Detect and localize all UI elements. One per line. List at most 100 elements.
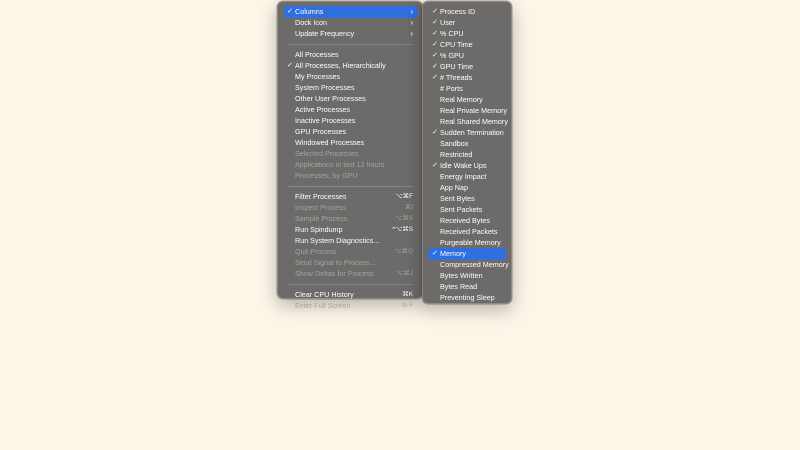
menu-item-active-processes[interactable]: Active Processes — [283, 104, 417, 115]
menu-item-dock-icon[interactable]: Dock Icon › — [283, 17, 417, 28]
menu-item-label: Sent Bytes — [440, 194, 475, 203]
checkmark-icon: ✓ — [287, 62, 293, 69]
menu-item-received-bytes[interactable]: Received Bytes — [428, 215, 506, 226]
menu-item-label: Received Packets — [440, 227, 498, 236]
menu-item-label: Selected Processes — [295, 149, 359, 158]
menu-item-label: My Processes — [295, 72, 341, 81]
menu-item-run-spindump[interactable]: Run Spindump ^⌥⌘S — [283, 224, 417, 235]
menu-item-label: Quit Process — [295, 247, 337, 256]
menu-item-label: System Processes — [295, 83, 355, 92]
menu-item-ports[interactable]: # Ports — [428, 83, 506, 94]
menu-item-label: Update Frequency — [295, 29, 355, 38]
menu-item-processes-by-gpu: Processes, by GPU — [283, 170, 417, 181]
menu-item-inactive-processes[interactable]: Inactive Processes — [283, 115, 417, 126]
menu-item-sent-packets[interactable]: Sent Packets — [428, 204, 506, 215]
checkmark-icon: ✓ — [432, 74, 438, 81]
menu-item-filter-processes[interactable]: Filter Processes ⌥⌘F — [283, 191, 417, 202]
menu-item-enter-full-screen: Enter Full Screen fn F — [283, 300, 417, 311]
menu-item-all-processes-hierarchically[interactable]: ✓ All Processes, Hierarchically — [283, 60, 417, 71]
menu-item-bytes-read[interactable]: Bytes Read — [428, 281, 506, 292]
checkmark-icon: ✓ — [432, 8, 438, 15]
menu-item-label: Inactive Processes — [295, 116, 356, 125]
menu-item-label: Real Memory — [440, 95, 483, 104]
menu-item-label: Show Deltas for Process — [295, 269, 374, 278]
menu-item-memory[interactable]: ✓ Memory — [428, 248, 506, 259]
menu-item-label: Purgeable Memory — [440, 238, 501, 247]
menu-item-energy-impact[interactable]: Energy Impact — [428, 171, 506, 182]
view-menu: ✓ Columns › Dock Icon › Update Frequency › All … — [277, 1, 423, 310]
menu-item-app-nap[interactable]: App Nap — [428, 182, 506, 193]
menu-item-label: Idle Wake Ups — [440, 161, 487, 170]
menu-item-label: # Threads — [440, 73, 473, 82]
menu-item-gpu[interactable]: ✓% GPU — [428, 50, 506, 61]
menu-item-system-processes[interactable]: System Processes — [283, 82, 417, 93]
keyboard-shortcut: ⌘K — [402, 291, 414, 298]
menu-item-my-processes[interactable]: My Processes — [283, 71, 417, 82]
menu-item-label: Preventing Sleep — [440, 293, 495, 302]
keyboard-shortcut: ⌥⌘Q — [394, 248, 413, 255]
menu-item-other-user-processes[interactable]: Other User Processes — [283, 93, 417, 104]
menu-item-user[interactable]: ✓ User — [428, 17, 506, 28]
keyboard-shortcut: fn F — [402, 302, 413, 309]
menu-item-bytes-written[interactable]: Bytes Written — [428, 270, 506, 281]
menu-item-inspect-process: Inspect Process ⌘I — [283, 202, 417, 213]
menu-item-label: Enter Full Screen — [295, 301, 351, 310]
menu-item-label: Process ID — [440, 7, 476, 16]
menu-item-label: Sample Process — [295, 214, 348, 223]
menu-item-process-id[interactable]: ✓ Process ID — [428, 6, 506, 17]
menu-item-quit-process: Quit Process ⌥⌘Q — [283, 246, 417, 257]
menu-item-threads[interactable]: ✓ # Threads — [428, 72, 506, 83]
menu-item-idle-wake-ups[interactable]: ✓ Idle Wake Ups — [428, 160, 506, 171]
checkmark-icon: ✓ — [432, 19, 438, 26]
menu-item-cpu-time[interactable]: ✓ CPU Time — [428, 39, 506, 50]
menu-item-label: % CPU — [440, 29, 464, 38]
menu-item-sent-bytes[interactable]: Sent Bytes — [428, 193, 506, 204]
menu-item-sudden-termination[interactable]: ✓ Sudden Termination — [428, 127, 506, 138]
menu-item-update-frequency[interactable]: Update Frequency › — [283, 28, 417, 39]
keyboard-shortcut: ⌘I — [404, 204, 413, 211]
menu-item-gpu-processes[interactable]: GPU Processes — [283, 126, 417, 137]
menu-item-label: Dock Icon — [295, 18, 327, 27]
menu-item-label: Bytes Read — [440, 282, 478, 291]
menu-item-label: # Ports — [440, 84, 463, 93]
menu-item-restricted[interactable]: Restricted — [428, 149, 506, 160]
menu-item-sandbox[interactable]: Sandbox — [428, 138, 506, 149]
menu-item-sample-process: Sample Process ⌥⌘S — [283, 213, 417, 224]
menu-item-cpu[interactable]: ✓% CPU — [428, 28, 506, 39]
menu-item-received-packets[interactable]: Received Packets — [428, 226, 506, 237]
menu-item-purgeable-memory[interactable]: Purgeable Memory — [428, 237, 506, 248]
checkmark-icon: ✓ — [432, 52, 438, 59]
menu-item-compressed-memory[interactable]: Compressed Memory — [428, 259, 509, 270]
menu-item-label: All Processes, Hierarchically — [295, 61, 386, 70]
menu-item-real-shared-memory[interactable]: Real Shared Memory — [428, 116, 508, 127]
menu-item-label: Active Processes — [295, 105, 351, 114]
checkmark-icon: ✓ — [432, 162, 438, 169]
chevron-right-icon: › — [410, 7, 413, 16]
menu-item-clear-cpu-history[interactable]: Clear CPU History ⌘K — [283, 289, 417, 300]
menu-item-label: Received Bytes — [440, 216, 490, 225]
menu-item-label: All Processes — [295, 50, 339, 59]
menu-item-all-processes[interactable]: All Processes — [283, 49, 417, 60]
menu-item-run-system-diagnostics[interactable]: Run System Diagnostics... — [283, 235, 417, 246]
menu-separator — [287, 44, 413, 45]
chevron-right-icon: › — [410, 29, 413, 38]
menu-separator — [287, 284, 413, 285]
menu-item-real-memory[interactable]: Real Memory — [428, 94, 506, 105]
menu-item-label: Restricted — [440, 150, 473, 159]
menu-item-label: Sandbox — [440, 139, 469, 148]
menu-item-preventing-sleep[interactable]: Preventing Sleep — [428, 292, 506, 303]
menu-item-windowed-processes[interactable]: Windowed Processes — [283, 137, 417, 148]
menu-item-label: Run Spindump — [295, 225, 343, 234]
menu-item-label: Compressed Memory — [440, 260, 509, 269]
menu-item-label: CPU Time — [440, 40, 473, 49]
menu-item-label: Inspect Process — [295, 203, 347, 212]
menu-item-label: Bytes Written — [440, 271, 483, 280]
checkmark-icon: ✓ — [287, 8, 293, 15]
menu-item-label: GPU Processes — [295, 127, 347, 136]
menu-item-real-private-memory[interactable]: Real Private Memory — [428, 105, 507, 116]
menu-item-applications-in-last-12-hours: Applications in last 12 hours — [283, 159, 417, 170]
menu-item-columns[interactable]: ✓ Columns › — [283, 6, 417, 17]
menu-item-label: Columns — [295, 7, 324, 16]
menu-item-label: Energy Impact — [440, 172, 487, 181]
menu-item-gpu-time[interactable]: ✓ GPU Time — [428, 61, 506, 72]
